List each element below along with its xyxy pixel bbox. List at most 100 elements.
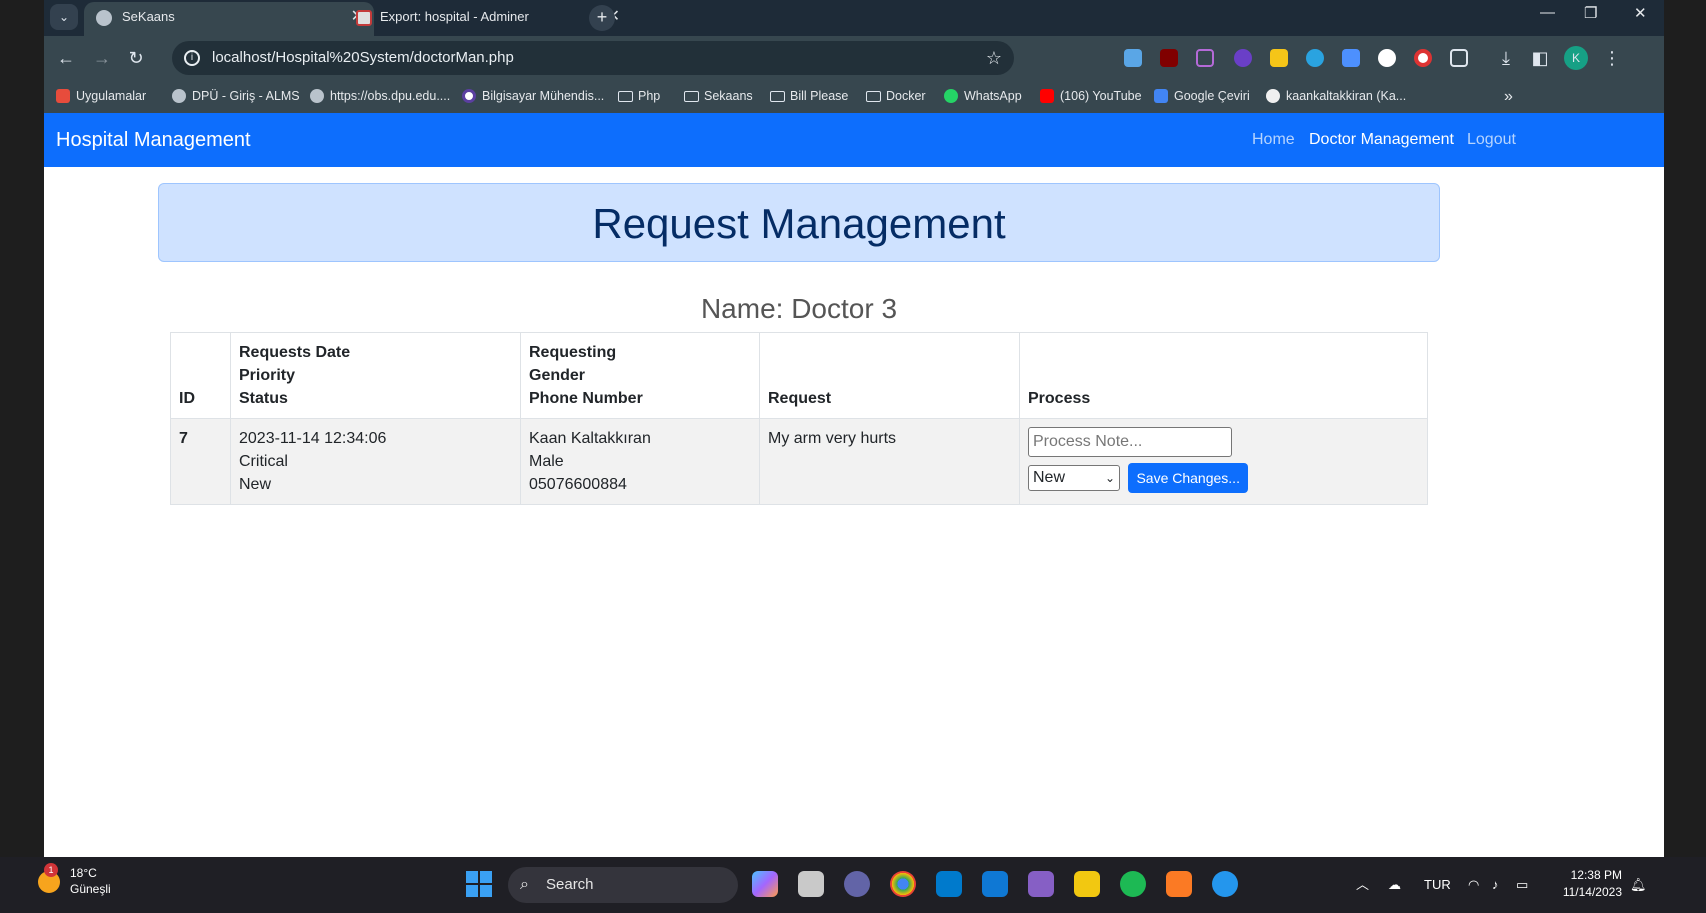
save-changes-button[interactable]: Save Changes...	[1128, 463, 1248, 493]
extension-tools-icon[interactable]	[1124, 49, 1142, 67]
tab-adminer[interactable]: Export: hospital - Adminer ✕	[340, 2, 630, 36]
extension-circle-icon[interactable]	[1306, 49, 1324, 67]
restore-icon[interactable]: ❐	[1584, 4, 1597, 22]
nav-logout[interactable]: Logout	[1467, 113, 1516, 167]
header-status: Status	[239, 390, 288, 407]
tab-search-button[interactable]: ⌄	[50, 4, 78, 30]
bookmark-label: DPÜ - Giriş - ALMS	[192, 89, 300, 103]
bookmark-star-icon[interactable]: ☆	[986, 41, 1002, 75]
profile-avatar[interactable]: K	[1564, 46, 1588, 70]
bookmark-label: Uygulamalar	[76, 89, 147, 103]
bookmark-label: Bill Please	[790, 89, 849, 103]
battery-icon[interactable]: ▭	[1516, 857, 1528, 913]
clock[interactable]: 12:38 PM 11/14/2023	[1546, 867, 1622, 901]
doctor-name: Name: Doctor 3	[700, 293, 898, 324]
bookmarks-bar: Uygulamalar DPÜ - Giriş - ALMS https://o…	[44, 80, 1664, 113]
bookmark-folder-sekaans[interactable]: Sekaans	[684, 80, 753, 113]
col-date-priority-status: Requests Date Priority Status	[230, 332, 521, 419]
copilot-icon[interactable]	[752, 871, 778, 897]
dpu-logo-icon	[462, 89, 476, 103]
chrome-icon[interactable]	[890, 871, 916, 897]
bookmark-folder-docker[interactable]: Docker	[866, 80, 926, 113]
header-priority: Priority	[239, 367, 296, 384]
download-icon[interactable]: ⤓	[1494, 46, 1518, 70]
language-indicator[interactable]: TUR	[1424, 857, 1451, 913]
address-bar[interactable]: i localhost/Hospital%20System/doctorMan.…	[172, 41, 1014, 75]
onedrive-icon[interactable]: ☁	[1388, 857, 1401, 913]
patient-gender: Male	[529, 453, 564, 470]
volume-icon[interactable]: ♪	[1492, 857, 1499, 913]
url-text: localhost/Hospital%20System/doctorMan.ph…	[212, 49, 514, 66]
clock-date: 11/14/2023	[1562, 885, 1622, 899]
notification-bell-icon[interactable]: 🔔︎	[1630, 857, 1647, 913]
search-icon: ⌕	[520, 876, 529, 893]
bookmark-github[interactable]: kaankaltakkiran (Ka...	[1266, 80, 1406, 113]
side-panel-icon[interactable]: ◧	[1528, 46, 1552, 70]
desktop: ⌄ SeKaans ✕ Export: hospital - Adminer ✕…	[0, 0, 1706, 913]
teams-icon[interactable]	[844, 871, 870, 897]
spotify-icon[interactable]	[1120, 871, 1146, 897]
extension-doc-icon[interactable]	[1342, 49, 1360, 67]
bookmark-apps[interactable]: Uygulamalar	[56, 80, 146, 113]
new-tab-button[interactable]: +	[589, 5, 615, 31]
request-status: New	[239, 476, 272, 493]
patient-name: Kaan Kaltakkıran	[529, 430, 651, 447]
whatsapp-icon	[944, 89, 958, 103]
folder-icon	[684, 91, 699, 102]
request-text: My arm very hurts	[768, 430, 897, 447]
tab-sekaans[interactable]: SeKaans ✕	[84, 2, 374, 36]
globe-icon	[310, 89, 324, 103]
back-icon[interactable]: ←	[54, 46, 78, 70]
vscode-icon[interactable]	[936, 871, 962, 897]
extension-brackets-icon[interactable]	[1196, 49, 1214, 67]
extension-w-icon[interactable]	[1270, 49, 1288, 67]
app-navbar: Hospital Management Home Doctor Manageme…	[44, 113, 1664, 167]
weather-widget[interactable]: 1 18°C Güneşli	[38, 863, 111, 897]
bookmark-obs[interactable]: https://obs.dpu.edu....	[310, 80, 450, 113]
nav-home[interactable]: Home	[1252, 113, 1295, 167]
bookmark-dpu-alms[interactable]: DPÜ - Giriş - ALMS	[172, 80, 300, 113]
minimize-icon[interactable]: —	[1540, 4, 1555, 21]
ublock-icon[interactable]	[1160, 49, 1178, 67]
extension-badge-icon[interactable]	[1234, 49, 1252, 67]
xampp-icon[interactable]	[1166, 871, 1192, 897]
process-note-input[interactable]: Process Note...	[1028, 427, 1232, 457]
mail-icon[interactable]	[982, 871, 1008, 897]
status-select-value: New	[1033, 469, 1066, 486]
col-process: Process	[1019, 332, 1428, 419]
tab-strip: ⌄ SeKaans ✕ Export: hospital - Adminer ✕…	[44, 0, 1664, 36]
taskbar-search[interactable]: ⌕ Search	[508, 867, 738, 903]
close-window-icon[interactable]: ✕	[1634, 4, 1647, 22]
site-info-icon[interactable]: i	[184, 50, 200, 66]
tray-chevron-up-icon[interactable]: ︿	[1356, 857, 1369, 913]
bookmark-google-translate[interactable]: Google Çeviri	[1154, 80, 1250, 113]
start-button[interactable]	[466, 871, 492, 897]
tab-title: Export: hospital - Adminer	[380, 9, 529, 24]
extension-white-icon[interactable]	[1378, 49, 1396, 67]
folder-icon	[866, 91, 881, 102]
cell-id: 7	[170, 418, 231, 505]
bookmark-label: WhatsApp	[964, 89, 1022, 103]
requests-table: ID Requests Date Priority Status Request…	[170, 332, 1428, 505]
docker-icon[interactable]	[1212, 871, 1238, 897]
wifi-icon[interactable]: ◠	[1468, 857, 1479, 913]
bookmark-bilgisayar[interactable]: Bilgisayar Mühendis...	[462, 80, 604, 113]
extensions-puzzle-icon[interactable]	[1450, 49, 1468, 67]
status-select[interactable]: New ⌄	[1028, 465, 1120, 491]
nav-doctor-management[interactable]: Doctor Management	[1309, 113, 1454, 167]
extension-record-icon[interactable]	[1414, 49, 1432, 67]
more-bookmarks-icon[interactable]: »	[1504, 80, 1513, 113]
visual-studio-icon[interactable]	[1028, 871, 1054, 897]
bookmark-youtube[interactable]: (106) YouTube	[1040, 80, 1142, 113]
bookmark-folder-php[interactable]: Php	[618, 80, 660, 113]
notes-app-icon[interactable]	[1074, 871, 1100, 897]
task-view-icon[interactable]	[798, 871, 824, 897]
menu-kebab-icon[interactable]: ⋮	[1600, 46, 1624, 70]
bookmark-whatsapp[interactable]: WhatsApp	[944, 80, 1022, 113]
navbar-brand[interactable]: Hospital Management	[56, 113, 251, 167]
reload-icon[interactable]: ↻	[124, 46, 148, 70]
forward-icon[interactable]: →	[90, 46, 114, 70]
chevron-down-icon: ⌄	[1104, 471, 1115, 485]
request-priority: Critical	[239, 453, 288, 470]
bookmark-folder-bill-please[interactable]: Bill Please	[770, 80, 848, 113]
